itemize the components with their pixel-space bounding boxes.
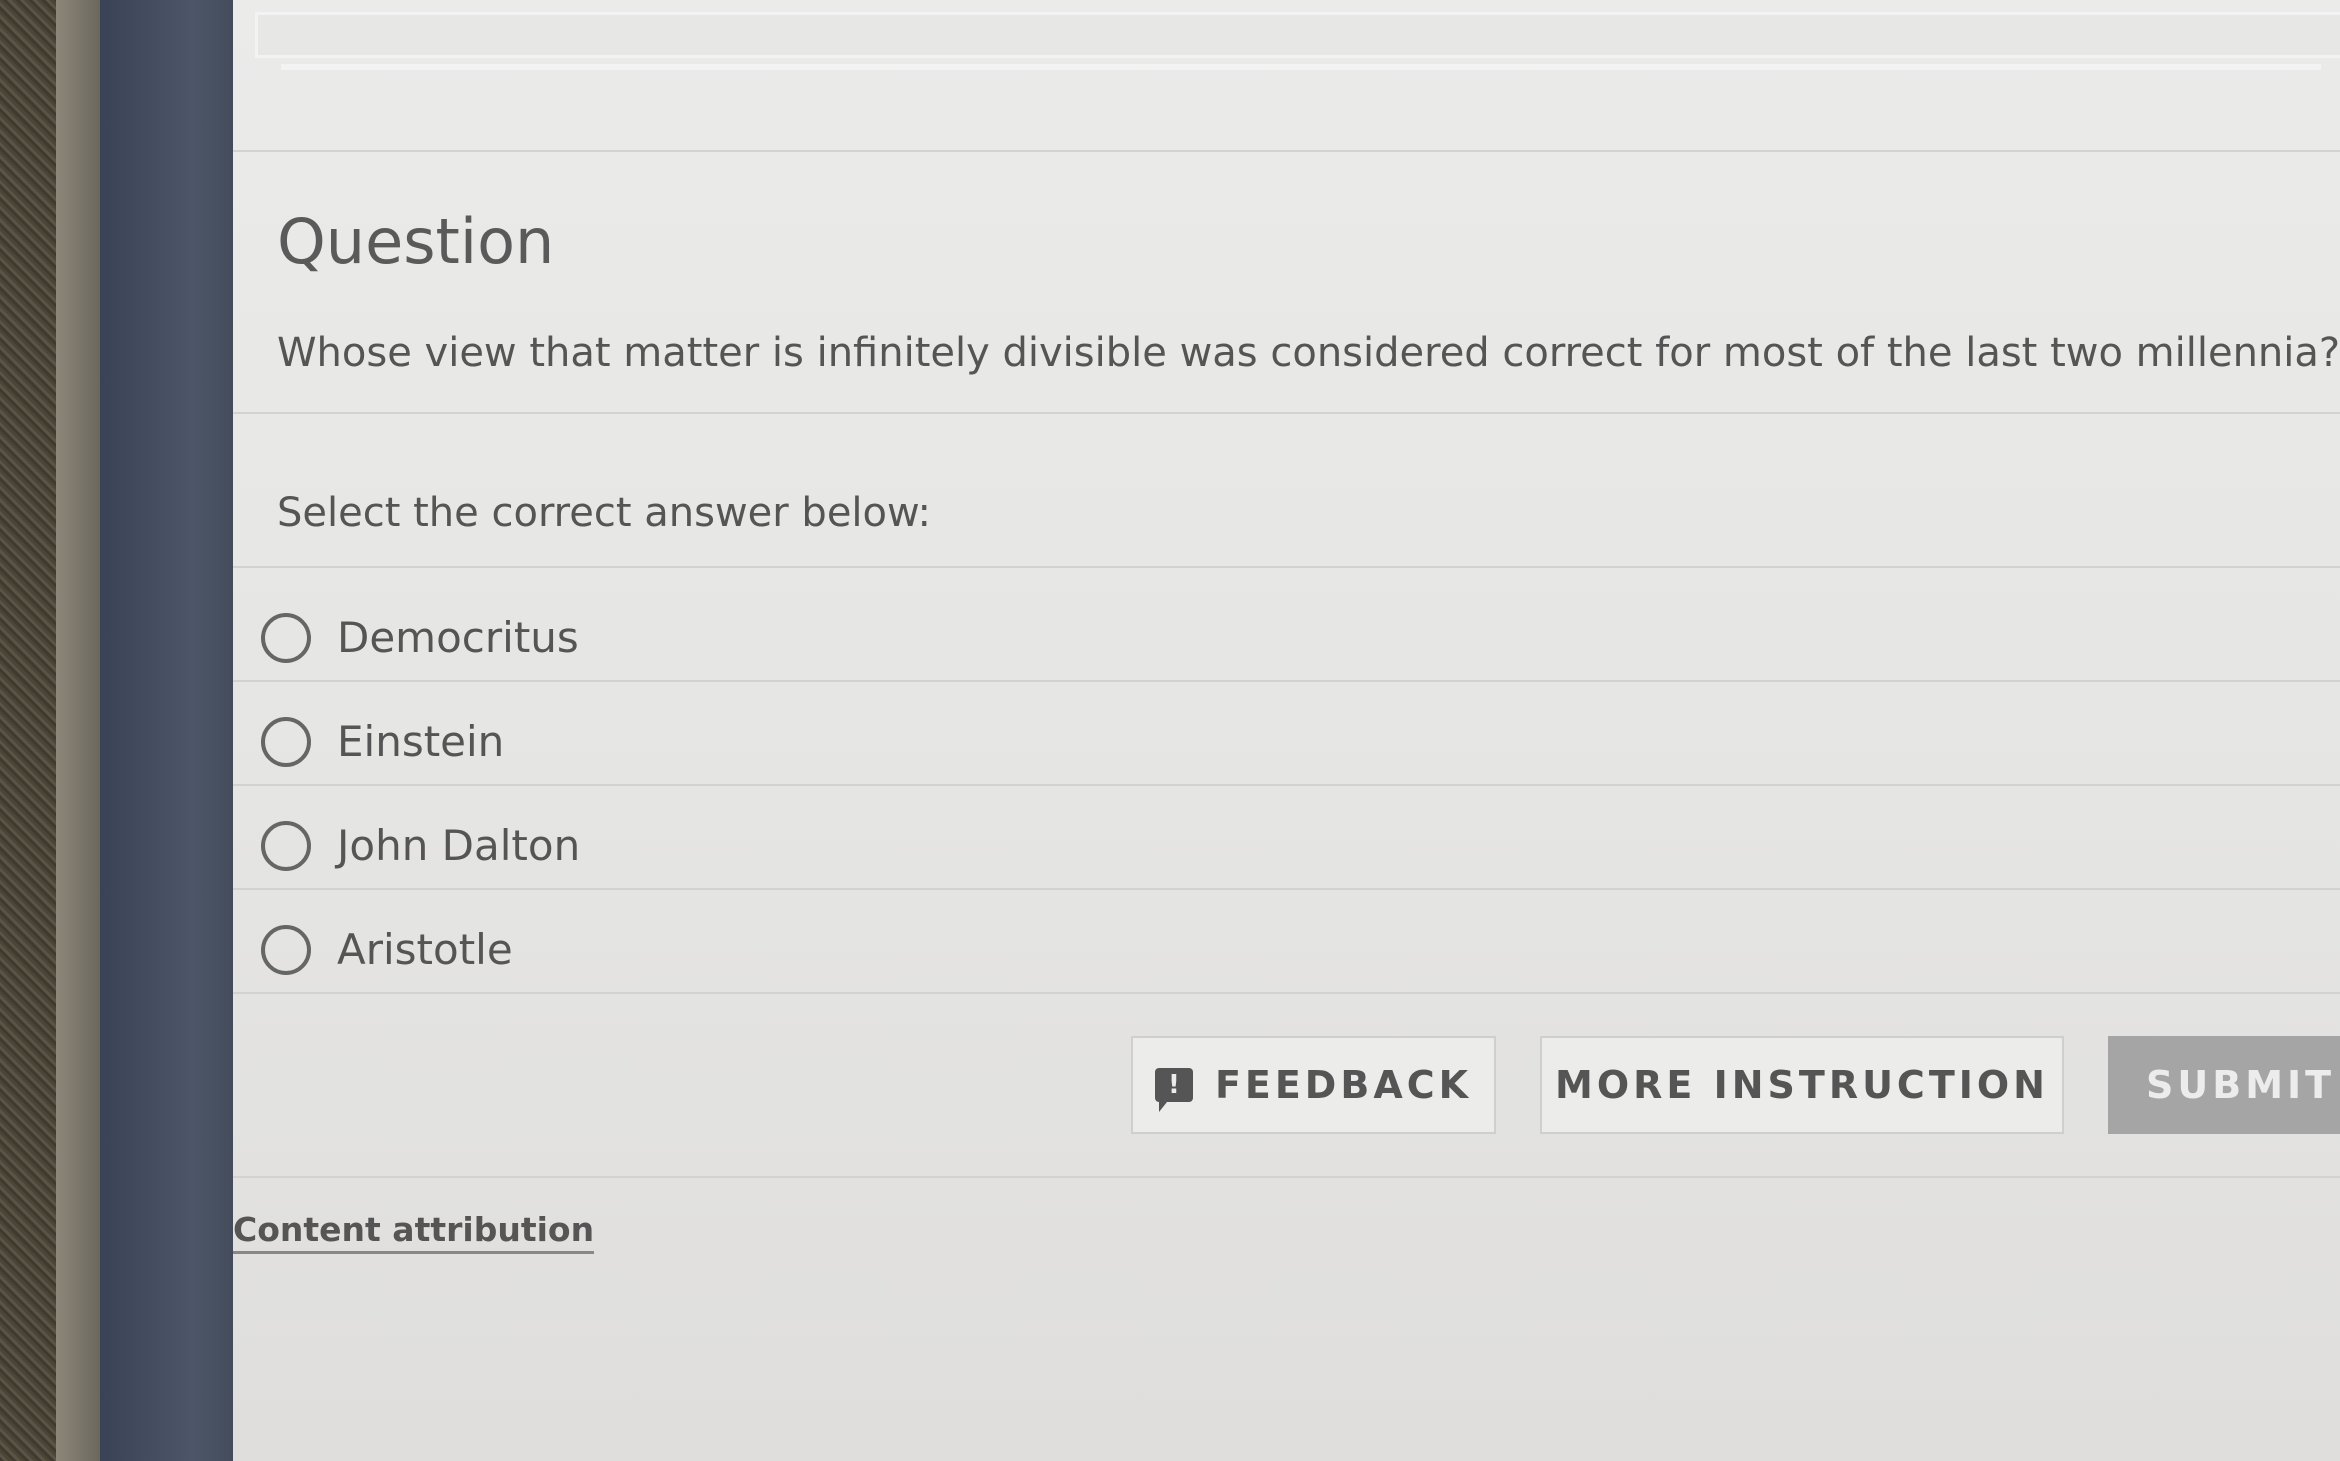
question-text: Whose view that matter is infinitely div… [277, 330, 2340, 376]
option-label: John Dalton [337, 821, 581, 870]
answer-option-democritus[interactable]: Democritus [233, 586, 2340, 689]
radio-icon[interactable] [261, 612, 311, 663]
answer-option-aristotle[interactable]: Aristotle [233, 898, 2340, 1001]
radio-icon[interactable] [261, 716, 311, 767]
device-bezel [56, 0, 100, 1461]
divider [233, 412, 2340, 414]
answer-option-john-dalton[interactable]: John Dalton [233, 794, 2340, 897]
divider [233, 680, 2340, 682]
more-instruction-label: MORE INSTRUCTION [1555, 1063, 2049, 1107]
feedback-icon: ! [1154, 1068, 1193, 1112]
answer-option-einstein[interactable]: Einstein [233, 690, 2340, 793]
divider [233, 784, 2340, 786]
option-label: Democritus [337, 613, 579, 662]
radio-icon[interactable] [261, 924, 311, 975]
more-instruction-button[interactable]: MORE INSTRUCTION [1540, 1036, 2064, 1134]
submit-label: SUBMIT [2146, 1063, 2336, 1107]
divider [233, 566, 2340, 568]
divider [233, 992, 2340, 994]
content-attribution-link[interactable]: Content attribution [233, 1210, 595, 1254]
question-heading: Question [277, 205, 555, 278]
top-input-edge [281, 50, 2321, 70]
divider [233, 150, 2340, 152]
side-panel [100, 0, 233, 1461]
feedback-button-label: FEEDBACK [1214, 1063, 1473, 1107]
feedback-button[interactable]: ! FEEDBACK [1131, 1036, 1496, 1134]
question-panel: Question Whose view that matter is infin… [233, 0, 2340, 1461]
submit-button[interactable]: SUBMIT [2108, 1036, 2340, 1134]
radio-icon[interactable] [261, 820, 311, 871]
option-label: Einstein [337, 717, 505, 766]
option-label: Aristotle [337, 925, 513, 974]
divider [233, 1176, 2340, 1178]
answer-instruction: Select the correct answer below: [277, 490, 932, 536]
divider [233, 888, 2340, 890]
